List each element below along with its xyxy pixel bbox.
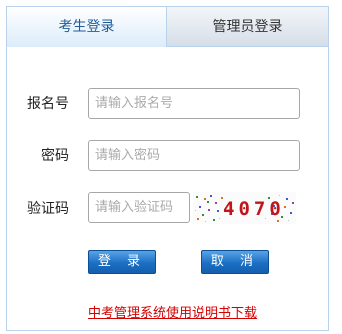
cancel-button[interactable]: 取 消 (201, 250, 269, 274)
login-tabs: 考生登录 管理员登录 (7, 7, 328, 47)
password-input[interactable] (88, 140, 300, 171)
captcha-image[interactable]: 4070 (193, 192, 296, 224)
captcha-input[interactable] (88, 192, 190, 223)
registration-label: 报名号 (27, 96, 69, 112)
captcha-text: 4070 (223, 198, 285, 220)
manual-download-link[interactable]: 中考管理系统使用说明书下载 (88, 302, 257, 321)
registration-number-input[interactable] (88, 88, 300, 119)
tab-admin-login[interactable]: 管理员登录 (167, 7, 328, 47)
tab-student-login[interactable]: 考生登录 (7, 7, 167, 47)
password-label: 密码 (41, 148, 69, 164)
captcha-label: 验证码 (27, 201, 69, 217)
login-button[interactable]: 登 录 (88, 250, 156, 274)
